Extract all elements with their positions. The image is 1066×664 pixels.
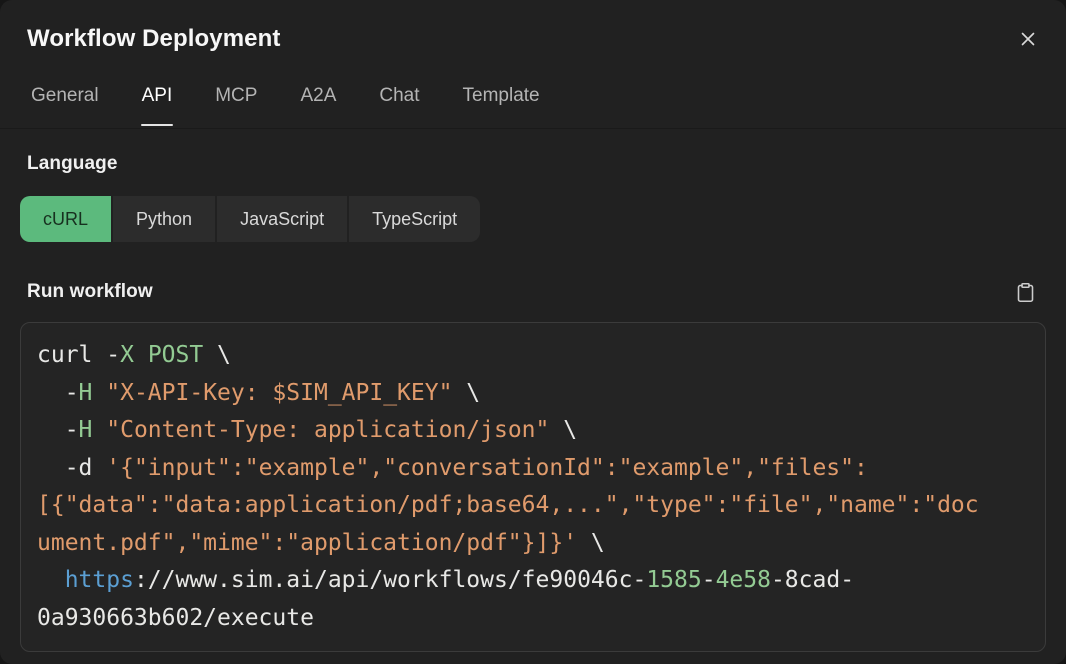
tab-template[interactable]: Template bbox=[462, 84, 541, 128]
language-option-curl[interactable]: cURL bbox=[20, 196, 111, 242]
code-block: curl -X POST \ -H "X-API-Key: $SIM_API_K… bbox=[20, 322, 1046, 652]
page-title: Workflow Deployment bbox=[27, 25, 280, 53]
language-option-typescript[interactable]: TypeScript bbox=[349, 196, 480, 242]
modal-content: Language cURLPythonJavaScriptTypeScript … bbox=[0, 129, 1066, 652]
code-line: https://www.sim.ai/api/workflows/fe90046… bbox=[37, 562, 1029, 600]
language-group: cURLPythonJavaScriptTypeScript bbox=[20, 196, 480, 242]
code-line: -H "Content-Type: application/json" \ bbox=[37, 412, 1029, 450]
copy-button[interactable] bbox=[1010, 277, 1040, 307]
code-line: [{"data":"data:application/pdf;base64,..… bbox=[37, 487, 1029, 525]
workflow-deployment-modal: Workflow Deployment General API MCP A2A Chat… bbox=[0, 0, 1066, 664]
code-line: curl -X POST \ bbox=[37, 337, 1029, 375]
code-line: -H "X-API-Key: $SIM_API_KEY" \ bbox=[37, 375, 1029, 413]
clipboard-icon bbox=[1015, 282, 1036, 303]
code-line: -d '{"input":"example","conversationId":… bbox=[37, 450, 1029, 488]
modal-header: Workflow Deployment bbox=[0, 0, 1066, 55]
language-option-python[interactable]: Python bbox=[113, 196, 215, 242]
tab-mcp[interactable]: MCP bbox=[214, 84, 258, 128]
x-icon bbox=[1017, 28, 1039, 50]
tab-bar: General API MCP A2A Chat Template bbox=[0, 84, 1066, 129]
run-workflow-row: Run workflow bbox=[20, 277, 1046, 307]
code-line: ument.pdf","mime":"application/pdf"}]}' … bbox=[37, 525, 1029, 563]
tab-a2a[interactable]: A2A bbox=[299, 84, 337, 128]
tab-chat[interactable]: Chat bbox=[378, 84, 420, 128]
tab-api[interactable]: API bbox=[141, 84, 174, 128]
language-label: Language bbox=[27, 152, 1046, 176]
run-workflow-label: Run workflow bbox=[27, 280, 153, 304]
language-option-javascript[interactable]: JavaScript bbox=[217, 196, 347, 242]
code-line: 0a930663b602/execute bbox=[37, 600, 1029, 638]
close-button[interactable] bbox=[1012, 23, 1044, 55]
tab-general[interactable]: General bbox=[30, 84, 100, 128]
